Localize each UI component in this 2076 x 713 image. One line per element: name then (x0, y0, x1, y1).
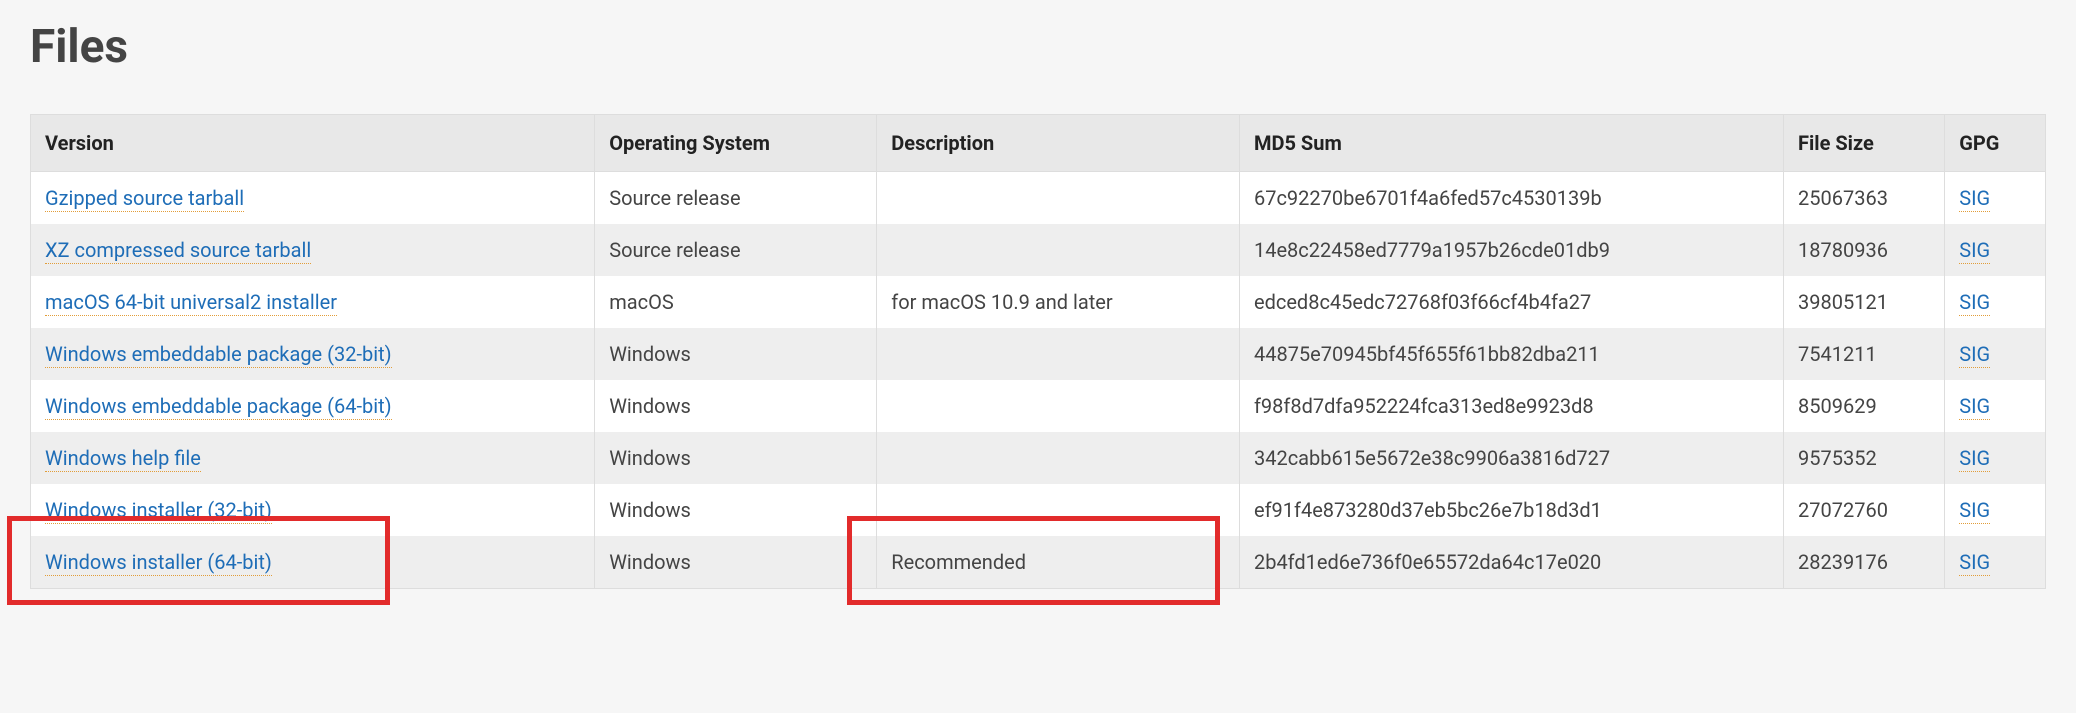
cell-gpg: SIG (1945, 276, 2046, 328)
cell-version: Windows help file (31, 432, 595, 484)
cell-os: Source release (595, 224, 877, 276)
cell-version: Windows embeddable package (64-bit) (31, 380, 595, 432)
table-row: Windows installer (32-bit) Windows ef91f4e… (31, 484, 2046, 536)
cell-description (877, 172, 1240, 225)
cell-os: Windows (595, 536, 877, 589)
cell-gpg: SIG (1945, 484, 2046, 536)
cell-description (877, 224, 1240, 276)
sig-link[interactable]: SIG (1959, 394, 1990, 420)
cell-description (877, 328, 1240, 380)
table-row: Windows embeddable package (64-bit) Windo… (31, 380, 2046, 432)
cell-md5: 342cabb615e5672e38c9906a3816d727 (1239, 432, 1783, 484)
version-link[interactable]: Windows embeddable package (32-bit) (45, 342, 392, 368)
cell-os: Windows (595, 432, 877, 484)
cell-md5: edced8c45edc72768f03f66cf4b4fa27 (1239, 276, 1783, 328)
version-link[interactable]: macOS 64-bit universal2 installer (45, 290, 337, 316)
cell-os: Windows (595, 484, 877, 536)
cell-size: 7541211 (1784, 328, 1945, 380)
version-link[interactable]: Windows installer (64-bit) (45, 550, 272, 576)
cell-version: macOS 64-bit universal2 installer (31, 276, 595, 328)
cell-description (877, 380, 1240, 432)
header-md5: MD5 Sum (1239, 115, 1783, 172)
version-link[interactable]: Windows help file (45, 446, 201, 472)
cell-os: Windows (595, 328, 877, 380)
cell-gpg: SIG (1945, 328, 2046, 380)
cell-version: Windows installer (64-bit) (31, 536, 595, 589)
table-row: Windows installer (64-bit) WindowsRecomme… (31, 536, 2046, 589)
cell-size: 8509629 (1784, 380, 1945, 432)
sig-link[interactable]: SIG (1959, 498, 1990, 524)
header-os: Operating System (595, 115, 877, 172)
cell-size: 39805121 (1784, 276, 1945, 328)
sig-link[interactable]: SIG (1959, 446, 1990, 472)
page-title: Files (30, 20, 2046, 74)
cell-description: Recommended (877, 536, 1240, 589)
cell-size: 27072760 (1784, 484, 1945, 536)
cell-size: 18780936 (1784, 224, 1945, 276)
cell-md5: 44875e70945bf45f655f61bb82dba211 (1239, 328, 1783, 380)
table-header-row: Version Operating System Description MD5… (31, 115, 2046, 172)
cell-description (877, 484, 1240, 536)
cell-gpg: SIG (1945, 380, 2046, 432)
files-table: Version Operating System Description MD5… (30, 114, 2046, 589)
header-gpg: GPG (1945, 115, 2046, 172)
header-size: File Size (1784, 115, 1945, 172)
version-link[interactable]: Windows installer (32-bit) (45, 498, 272, 524)
sig-link[interactable]: SIG (1959, 290, 1990, 316)
cell-version: XZ compressed source tarball (31, 224, 595, 276)
cell-gpg: SIG (1945, 536, 2046, 589)
sig-link[interactable]: SIG (1959, 550, 1990, 576)
cell-description: for macOS 10.9 and later (877, 276, 1240, 328)
cell-size: 25067363 (1784, 172, 1945, 225)
cell-description (877, 432, 1240, 484)
sig-link[interactable]: SIG (1959, 238, 1990, 264)
cell-md5: ef91f4e873280d37eb5bc26e7b18d3d1 (1239, 484, 1783, 536)
cell-os: Windows (595, 380, 877, 432)
table-row: macOS 64-bit universal2 installer macOSfo… (31, 276, 2046, 328)
cell-md5: 67c92270be6701f4a6fed57c4530139b (1239, 172, 1783, 225)
sig-link[interactable]: SIG (1959, 342, 1990, 368)
cell-os: Source release (595, 172, 877, 225)
cell-version: Windows embeddable package (32-bit) (31, 328, 595, 380)
cell-gpg: SIG (1945, 224, 2046, 276)
cell-gpg: SIG (1945, 432, 2046, 484)
header-description: Description (877, 115, 1240, 172)
table-row: XZ compressed source tarball Source relea… (31, 224, 2046, 276)
version-link[interactable]: Windows embeddable package (64-bit) (45, 394, 392, 420)
version-link[interactable]: XZ compressed source tarball (45, 238, 311, 264)
table-row: Gzipped source tarball Source release 67c9… (31, 172, 2046, 225)
cell-md5: 2b4fd1ed6e736f0e65572da64c17e020 (1239, 536, 1783, 589)
cell-version: Gzipped source tarball (31, 172, 595, 225)
table-row: Windows embeddable package (32-bit) Windo… (31, 328, 2046, 380)
table-row: Windows help file Windows 342cabb615e5672e… (31, 432, 2046, 484)
cell-size: 9575352 (1784, 432, 1945, 484)
cell-gpg: SIG (1945, 172, 2046, 225)
cell-version: Windows installer (32-bit) (31, 484, 595, 536)
cell-size: 28239176 (1784, 536, 1945, 589)
header-version: Version (31, 115, 595, 172)
sig-link[interactable]: SIG (1959, 186, 1990, 212)
cell-os: macOS (595, 276, 877, 328)
cell-md5: 14e8c22458ed7779a1957b26cde01db9 (1239, 224, 1783, 276)
version-link[interactable]: Gzipped source tarball (45, 186, 244, 212)
cell-md5: f98f8d7dfa952224fca313ed8e9923d8 (1239, 380, 1783, 432)
